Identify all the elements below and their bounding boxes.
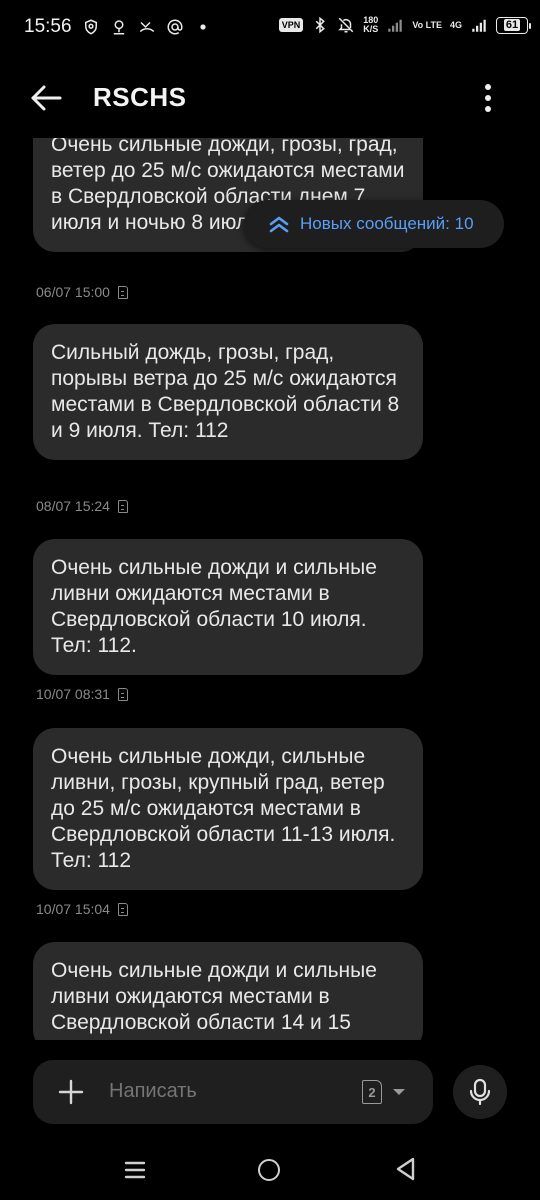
battery-icon: 61 xyxy=(496,16,531,34)
message-text: Сильный дождь, грозы, град, порывы ветра… xyxy=(51,341,400,442)
message-timestamp: 08/07 15:24 xyxy=(36,498,110,514)
missed-call-icon xyxy=(139,21,154,33)
battery-level: 61 xyxy=(503,19,521,31)
message-meta: 06/07 15:00 xyxy=(36,284,128,300)
sim-number: 2 xyxy=(368,1084,376,1100)
message-bubble[interactable]: Очень сильные дожди и сильные ливни ожид… xyxy=(33,942,423,1040)
new-messages-button[interactable]: Новых сообщений: 10 xyxy=(244,200,504,248)
bluetooth-icon xyxy=(316,16,326,34)
message-bubble[interactable]: Очень сильные дожди, сильные ливни, гроз… xyxy=(33,728,423,890)
plus-icon[interactable] xyxy=(57,1078,85,1106)
double-chevron-up-icon xyxy=(269,216,289,233)
sim-card-icon xyxy=(117,499,128,513)
navigation-bar xyxy=(0,1140,540,1200)
message-bubble[interactable]: Сильный дождь, грозы, град, порывы ветра… xyxy=(33,324,423,460)
message-meta: 10/07 15:04 xyxy=(36,901,128,917)
message-input[interactable] xyxy=(109,1080,349,1103)
volte-label: Vo LTE xyxy=(412,19,442,30)
vpn-badge: VPN xyxy=(278,18,304,32)
message-text: Очень сильные дожди, сильные ливни, гроз… xyxy=(51,745,396,872)
dot-icon xyxy=(199,24,206,30)
sim-card-icon: 2 xyxy=(362,1080,382,1104)
message-meta: 10/07 08:31 xyxy=(36,686,128,702)
location-icon xyxy=(113,20,124,35)
new-messages-label: Новых сообщений: 10 xyxy=(300,214,474,233)
message-text: Очень сильные дожди и сильные ливни ожид… xyxy=(51,959,377,1034)
back-triangle-icon[interactable] xyxy=(394,1156,416,1182)
microphone-button[interactable] xyxy=(453,1065,507,1119)
status-bar: 15:56 VPN 180 K/S Vo LTE 4G 61 xyxy=(0,0,540,56)
app-bar: RSCHS xyxy=(0,56,540,138)
shield-icon xyxy=(84,19,97,35)
network-type: 4G xyxy=(449,19,462,30)
signal-icon xyxy=(388,19,403,32)
at-icon xyxy=(167,19,183,35)
home-icon[interactable] xyxy=(258,1159,280,1181)
message-timestamp: 06/07 15:00 xyxy=(36,284,110,300)
back-arrow-icon[interactable] xyxy=(26,78,66,118)
conversation-title: RSCHS xyxy=(93,82,187,112)
status-time: 15:56 xyxy=(24,16,72,37)
message-text: Очень сильные дожди и сильные ливни ожид… xyxy=(51,556,377,657)
net-speed: 180 K/S xyxy=(363,16,378,34)
message-list[interactable]: Очень сильные дожди, грозы, град, ветер … xyxy=(0,138,540,1040)
message-timestamp: 10/07 15:04 xyxy=(36,901,110,917)
status-left: 15:56 xyxy=(24,16,212,38)
sim-card-icon xyxy=(117,687,128,701)
sim-card-icon xyxy=(117,285,128,299)
net-speed-unit: K/S xyxy=(363,24,379,34)
sim-selector[interactable]: 2 xyxy=(362,1080,406,1104)
more-vert-icon[interactable] xyxy=(476,78,500,118)
message-bubble[interactable]: Очень сильные дожди и сильные ливни ожид… xyxy=(33,539,423,675)
microphone-icon xyxy=(469,1078,491,1106)
sim-card-icon xyxy=(117,902,128,916)
caret-down-icon xyxy=(393,1089,405,1095)
recents-icon[interactable] xyxy=(124,1160,146,1180)
message-timestamp: 10/07 08:31 xyxy=(36,686,110,702)
mute-icon xyxy=(338,17,354,33)
signal-full-icon xyxy=(472,19,486,32)
message-meta: 08/07 15:24 xyxy=(36,498,128,514)
status-right: VPN 180 K/S Vo LTE 4G 61 xyxy=(278,16,531,34)
compose-bar: 2 xyxy=(33,1060,433,1124)
